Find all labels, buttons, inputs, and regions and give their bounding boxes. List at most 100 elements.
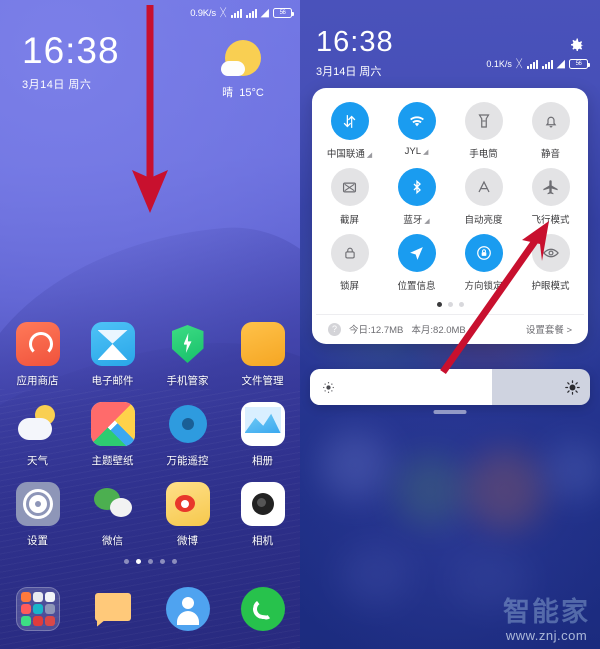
auto-brightness-icon <box>464 168 503 206</box>
bluetooth-icon: ᚷ <box>219 6 227 19</box>
control-center-clock: 16:38 3月14日 周六 <box>316 28 394 79</box>
rotation-lock-icon <box>464 234 503 272</box>
app-row-3: 设置 微信 微博 相机 <box>0 478 300 558</box>
toggle-label: 护眼模式 <box>531 281 570 292</box>
toggle-label-text: 蓝牙 <box>403 215 423 226</box>
home-app-grid: 应用商店 电子邮件 手机管家 文件管理 天气 主题壁纸 万能遥控 相册 设置 微… <box>0 318 300 558</box>
gear-icon[interactable] <box>566 36 586 56</box>
remote-control-icon <box>166 402 210 446</box>
phone-icon <box>240 587 285 631</box>
contacts-icon <box>165 587 210 631</box>
sun-cloud-icon <box>221 40 261 76</box>
toggle-silent[interactable]: 静音 <box>517 102 584 162</box>
app-label: 相册 <box>252 455 273 467</box>
toggle-label: 方向锁定 <box>464 281 503 292</box>
toggle-location[interactable]: 位置信息 <box>383 234 450 294</box>
app-row-2: 天气 主题壁纸 万能遥控 相册 <box>0 398 300 478</box>
toggle-label: 手电筒 <box>469 149 498 160</box>
app-icon-camera[interactable]: 相机 <box>225 478 300 558</box>
toggle-airplane-mode[interactable]: 飞行模式 <box>517 168 584 228</box>
settings-gear-icon <box>15 482 60 526</box>
home-dock <box>0 583 300 641</box>
themes-icon <box>90 402 135 446</box>
app-icon-gallery[interactable]: 相册 <box>225 398 300 478</box>
app-row-1: 应用商店 电子邮件 手机管家 文件管理 <box>0 318 300 398</box>
app-label: 手机管家 <box>166 375 209 387</box>
mobile-data-icon <box>330 102 369 140</box>
data-usage-today: 今日:12.7MB <box>349 325 404 336</box>
panel-dot-active[interactable] <box>436 302 442 307</box>
weather-summary: 晴 15°C <box>204 84 282 100</box>
app-icon-store[interactable]: 应用商店 <box>0 318 75 398</box>
panel-dot[interactable] <box>458 302 464 307</box>
toggle-lock-screen[interactable]: 锁屏 <box>316 234 383 294</box>
page-dot[interactable] <box>159 559 165 564</box>
dock-item-app-folder[interactable] <box>0 583 75 641</box>
home-clock-widget[interactable]: 16:38 3月14日 周六 <box>22 32 120 92</box>
app-icon-themes[interactable]: 主题壁纸 <box>75 398 150 478</box>
app-icon-email[interactable]: 电子邮件 <box>75 318 150 398</box>
toggle-bluetooth[interactable]: 蓝牙 ◢ <box>383 168 450 228</box>
signal-bars-icon-2 <box>245 8 257 18</box>
home-weather-widget[interactable]: 晴 15°C <box>204 40 282 100</box>
blurred-background-blob <box>545 440 600 500</box>
page-dot[interactable] <box>147 559 153 564</box>
dock-item-messages[interactable] <box>75 583 150 641</box>
page-dot-active[interactable] <box>135 559 141 564</box>
email-icon <box>90 322 135 366</box>
app-label: 设置 <box>27 535 48 547</box>
app-icon-weather[interactable]: 天气 <box>0 398 75 478</box>
app-store-icon <box>15 322 60 366</box>
bluetooth-icon <box>397 168 436 206</box>
dock-item-phone[interactable] <box>225 583 300 641</box>
quick-settings-card: 中国联通 ◢ JYL ◢ 手电筒 静音 截屏 蓝牙 ◢ 自动亮度 飞行模式 锁屏… <box>312 88 588 344</box>
app-icon-settings[interactable]: 设置 <box>0 478 75 558</box>
home-screen-panel: 0.9K/s ᚷ ◢ 56 16:38 3月14日 周六 晴 15°C 应用商店 <box>0 0 300 649</box>
flashlight-icon <box>464 102 503 140</box>
app-icon-security[interactable]: 手机管家 <box>150 318 225 398</box>
battery-level-label: 56 <box>575 61 582 67</box>
app-label: 电子邮件 <box>91 375 134 387</box>
toggle-auto-brightness[interactable]: 自动亮度 <box>450 168 517 228</box>
toggle-label: 飞行模式 <box>531 215 570 226</box>
brightness-slider[interactable] <box>310 369 590 405</box>
app-icon-wechat[interactable]: 微信 <box>75 478 150 558</box>
app-icon-files[interactable]: 文件管理 <box>225 318 300 398</box>
home-clock-time: 16:38 <box>22 30 120 71</box>
dock-item-contacts[interactable] <box>150 583 225 641</box>
wifi-icon: ◢ <box>556 57 565 70</box>
home-indicator-bar[interactable] <box>433 410 467 414</box>
page-dot[interactable] <box>171 559 177 564</box>
signal-bars-icon <box>230 8 242 18</box>
set-data-plan-link[interactable]: 设置套餐 > <box>526 322 572 336</box>
toggle-eye-comfort[interactable]: 护眼模式 <box>517 234 584 294</box>
app-label: 主题壁纸 <box>91 455 134 467</box>
toggle-rotation-lock[interactable]: 方向锁定 <box>450 234 517 294</box>
quick-settings-page-indicator <box>316 294 584 314</box>
blurred-background-blob <box>465 450 545 530</box>
signal-bars-icon <box>526 59 538 69</box>
toggle-label: 锁屏 <box>339 281 359 292</box>
eye-icon <box>531 234 570 272</box>
app-icon-weibo[interactable]: 微博 <box>150 478 225 558</box>
panel-dot[interactable] <box>447 302 453 307</box>
brightness-slider-row <box>310 369 590 405</box>
file-folder-icon <box>240 322 285 366</box>
home-page-indicator <box>0 559 300 564</box>
app-label: 天气 <box>27 455 48 467</box>
toggle-flashlight[interactable]: 手电筒 <box>450 102 517 162</box>
app-icon-remote[interactable]: 万能遥控 <box>150 398 225 478</box>
toggle-label: 自动亮度 <box>464 215 503 226</box>
data-usage-bar[interactable]: ? 今日:12.7MB 本月:82.0MB 设置套餐 > <box>316 314 584 344</box>
security-shield-icon <box>166 322 210 366</box>
messages-icon <box>91 587 135 631</box>
watermark-url: www.znj.com <box>505 628 588 643</box>
app-label: 文件管理 <box>241 375 284 387</box>
signal-indicator-icon: ◢ <box>364 152 373 159</box>
watermark-brand: 智能家 <box>503 597 590 627</box>
toggle-wifi[interactable]: JYL ◢ <box>383 102 450 162</box>
toggle-mobile-data[interactable]: 中国联通 ◢ <box>316 102 383 162</box>
toggle-screenshot[interactable]: 截屏 <box>316 168 383 228</box>
signal-bars-icon-2 <box>541 59 553 69</box>
page-dot[interactable] <box>123 559 129 564</box>
